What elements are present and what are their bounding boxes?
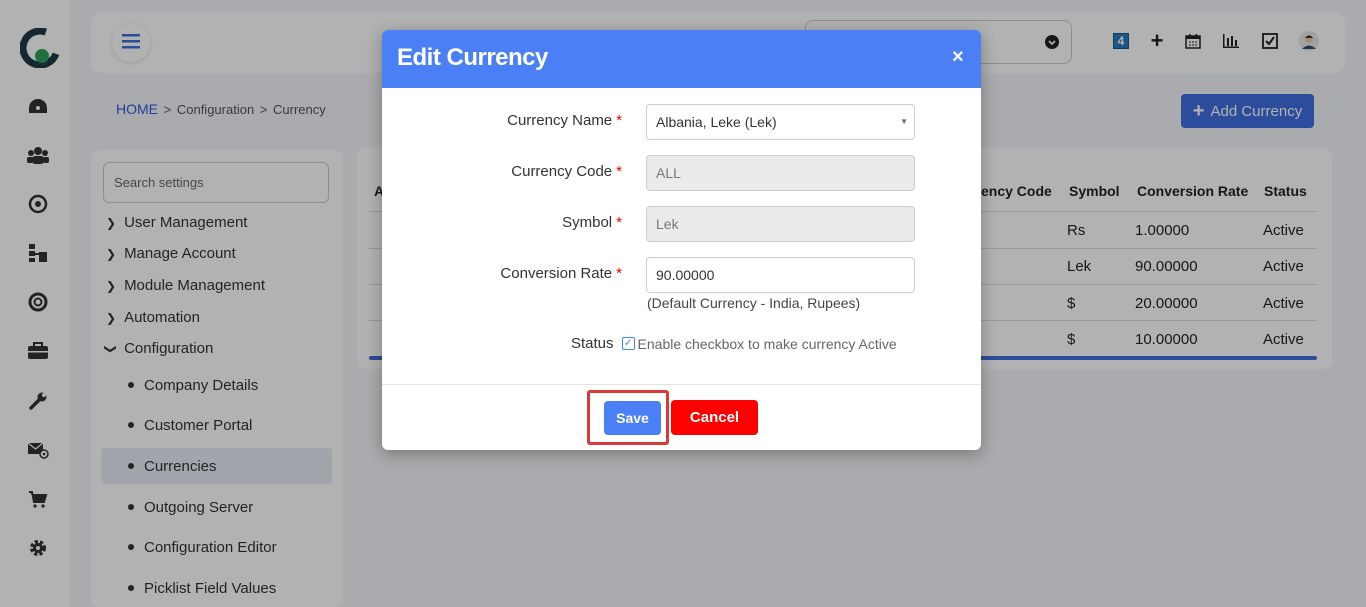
currency-name-value: Albania, Leke (Lek) — [656, 114, 777, 130]
status-checkbox[interactable]: ✓ — [621, 337, 635, 350]
required-mark: * — [616, 163, 622, 180]
status-row: Status ✓ Enable checkbox to make currenc… — [571, 335, 897, 352]
label-text: Currency Name — [507, 112, 613, 129]
edit-currency-modal: Edit Currency × Currency Name * Albania, … — [382, 30, 981, 450]
required-mark: * — [616, 214, 622, 231]
conversion-rate-input[interactable]: 90.00000 — [646, 257, 915, 293]
conversion-rate-label: Conversion Rate * — [402, 265, 622, 282]
currency-code-label: Currency Code * — [402, 163, 622, 180]
required-mark: * — [616, 265, 622, 282]
symbol-field: Lek — [646, 206, 915, 242]
label-text: Conversion Rate — [500, 265, 613, 282]
close-icon[interactable]: × — [952, 46, 964, 69]
status-label: Status — [571, 335, 614, 352]
symbol-label: Symbol * — [402, 214, 622, 231]
save-button[interactable]: Save — [604, 401, 661, 435]
caret-down-icon: ▼ — [900, 117, 908, 126]
modal-footer-divider — [382, 384, 981, 385]
label-text: Currency Code — [511, 163, 613, 180]
status-checkbox-text: Enable checkbox to make currency Active — [637, 335, 897, 352]
required-mark: * — [616, 112, 622, 129]
conversion-rate-value: 90.00000 — [656, 267, 715, 283]
cancel-button[interactable]: Cancel — [671, 400, 758, 435]
default-currency-note: (Default Currency - India, Rupees) — [647, 295, 861, 311]
currency-code-value: ALL — [656, 165, 681, 181]
currency-name-label: Currency Name * — [402, 112, 622, 129]
symbol-value: Lek — [656, 216, 679, 232]
label-text: Symbol — [562, 214, 613, 231]
modal-title: Edit Currency — [397, 44, 548, 71]
currency-name-select[interactable]: Albania, Leke (Lek) ▼ — [646, 104, 915, 140]
currency-code-field: ALL — [646, 155, 915, 191]
